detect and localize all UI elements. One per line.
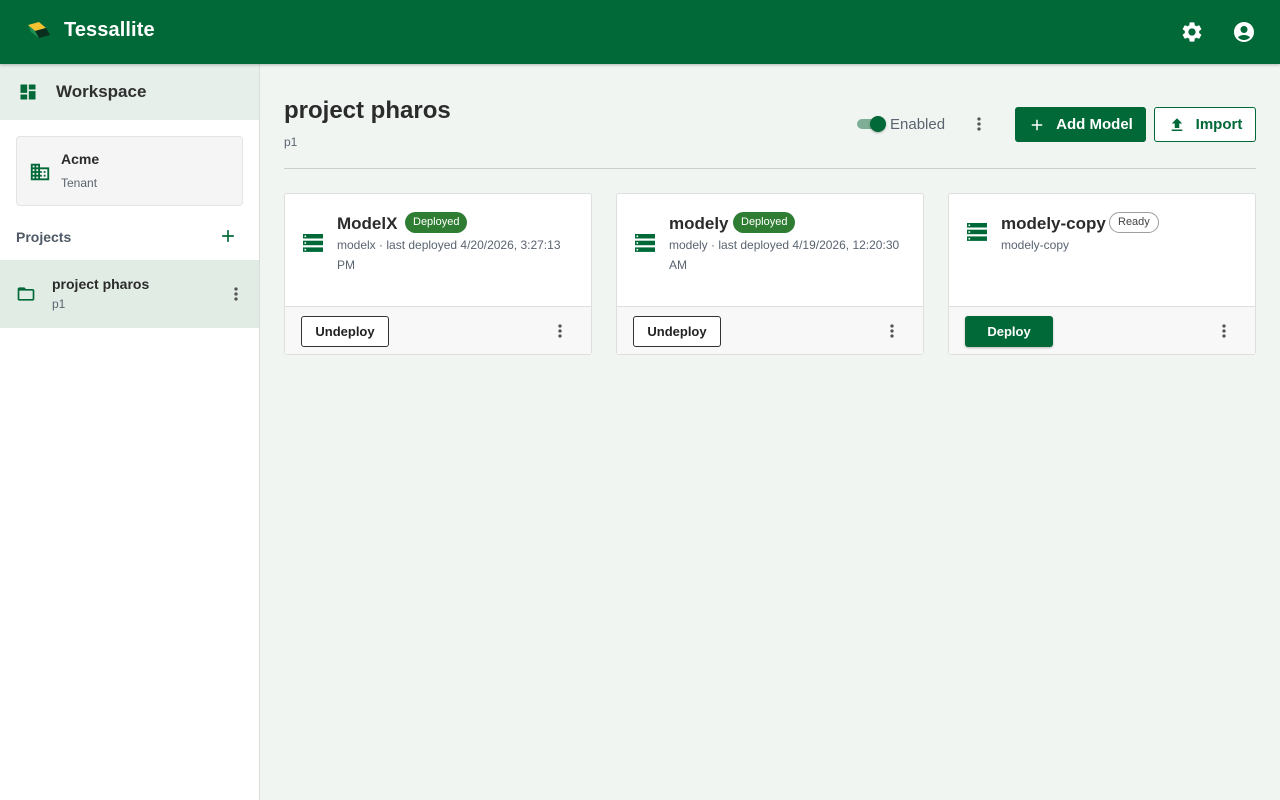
import-label: Import bbox=[1195, 116, 1243, 133]
deploy-button[interactable]: Deploy bbox=[965, 316, 1053, 347]
project-actions-more-icon[interactable] bbox=[969, 114, 989, 134]
toggle-thumb bbox=[870, 116, 886, 132]
card-footer: Deploy bbox=[949, 306, 1255, 354]
project-key-label: p1 bbox=[284, 135, 298, 149]
database-icon bbox=[303, 234, 323, 252]
header-divider bbox=[284, 168, 1256, 169]
enabled-label: Enabled bbox=[890, 116, 946, 133]
sidebar-item-project-pharos[interactable]: project pharos p1 bbox=[0, 260, 259, 328]
tenant-selector[interactable]: Acme Tenant bbox=[16, 136, 243, 206]
card-footer: Undeploy bbox=[285, 306, 591, 354]
add-model-button[interactable]: Add Model bbox=[1015, 107, 1146, 142]
app-title: Tessallite bbox=[64, 19, 155, 41]
model-card: modely-copy Ready modely-copy Deploy bbox=[948, 193, 1256, 355]
model-card: ModelX Deployed modelx · last deployed 4… bbox=[284, 193, 592, 355]
workspace-nav-item[interactable]: Workspace bbox=[0, 64, 259, 120]
model-description: modelx · last deployed 4/20/2026, 3:27:1… bbox=[337, 238, 561, 272]
workspace-label: Workspace bbox=[56, 82, 147, 101]
page-title: project pharos bbox=[284, 97, 451, 124]
enabled-toggle[interactable] bbox=[857, 116, 887, 132]
model-description: modely-copy bbox=[1001, 238, 1070, 252]
top-app-bar: Tessallite bbox=[0, 0, 1280, 64]
undeploy-button[interactable]: Undeploy bbox=[633, 316, 721, 347]
dashboard-icon bbox=[20, 84, 36, 100]
project-key: p1 bbox=[52, 297, 66, 311]
add-project-icon[interactable] bbox=[218, 226, 238, 246]
project-name: project pharos bbox=[52, 276, 150, 292]
model-more-icon[interactable] bbox=[882, 321, 902, 341]
status-badge: Ready bbox=[1109, 212, 1159, 233]
tenant-name: Acme bbox=[61, 151, 100, 167]
database-icon bbox=[635, 234, 655, 252]
model-name[interactable]: modely bbox=[669, 214, 729, 234]
folder-icon bbox=[17, 287, 35, 301]
project-more-icon[interactable] bbox=[226, 284, 246, 304]
projects-heading: Projects bbox=[16, 229, 72, 245]
model-more-icon[interactable] bbox=[550, 321, 570, 341]
status-badge: Deployed bbox=[405, 212, 468, 233]
tenant-subtitle: Tenant bbox=[61, 176, 98, 190]
import-button[interactable]: Import bbox=[1154, 107, 1256, 142]
status-badge: Deployed bbox=[733, 212, 796, 233]
account-circle-icon[interactable] bbox=[1232, 20, 1256, 44]
database-icon bbox=[967, 223, 987, 241]
sidebar: Workspace Acme Tenant Projects project p… bbox=[0, 64, 260, 800]
upload-icon bbox=[1171, 117, 1182, 131]
add-model-label: Add Model bbox=[1056, 116, 1133, 133]
card-footer: Undeploy bbox=[617, 306, 923, 354]
building-icon bbox=[30, 163, 50, 181]
model-more-icon[interactable] bbox=[1214, 321, 1234, 341]
tessallite-logo-icon bbox=[28, 22, 50, 38]
model-name[interactable]: modely-copy bbox=[1001, 214, 1106, 234]
model-description: modely · last deployed 4/19/2026, 12:20:… bbox=[669, 238, 900, 272]
plus-icon bbox=[1031, 119, 1043, 130]
model-name[interactable]: ModelX bbox=[337, 214, 397, 234]
undeploy-button[interactable]: Undeploy bbox=[301, 316, 389, 347]
gear-icon[interactable] bbox=[1180, 20, 1204, 44]
model-card: modely Deployed modely · last deployed 4… bbox=[616, 193, 924, 355]
